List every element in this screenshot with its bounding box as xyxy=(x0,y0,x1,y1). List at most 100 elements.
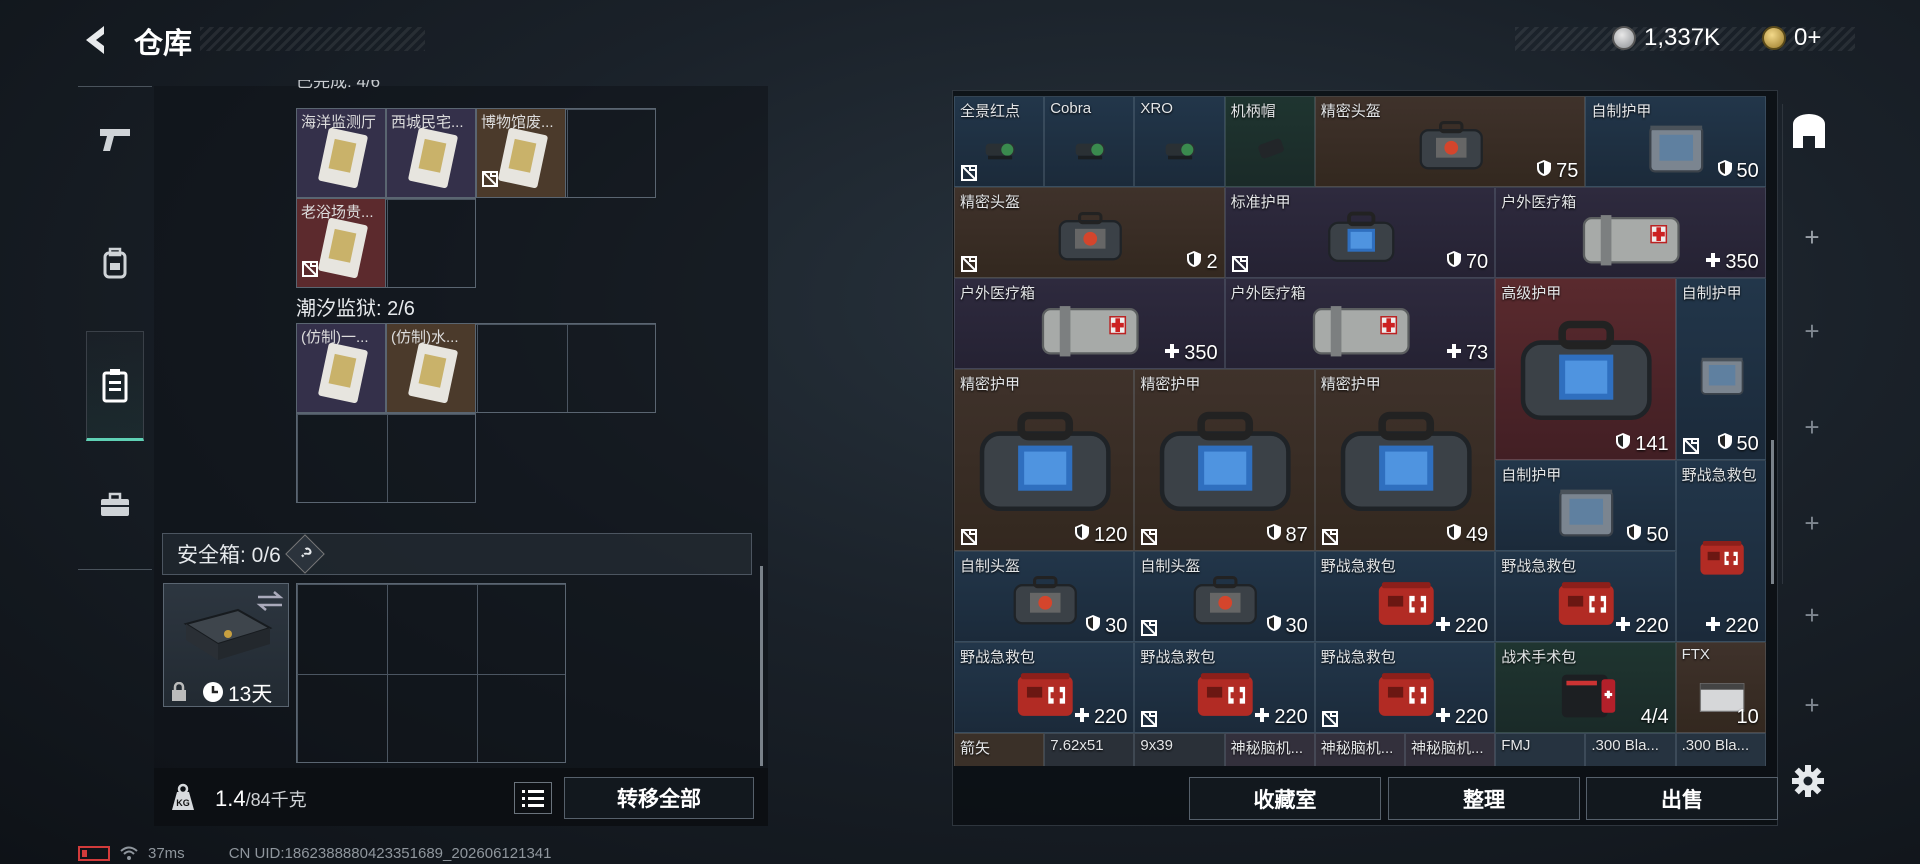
item-value-text: 350 xyxy=(1725,251,1759,273)
item-name: 精密护甲 xyxy=(1320,376,1381,393)
safebox-help-button[interactable]: ? xyxy=(285,534,325,574)
settings-button[interactable] xyxy=(1791,764,1825,798)
sell-button[interactable]: 出售 xyxy=(1586,777,1778,820)
item-name: 户外医疗箱 xyxy=(1501,194,1577,211)
item-value: 2 xyxy=(1186,250,1218,274)
item-value-text: 10 xyxy=(1736,706,1759,728)
medkit-case-icon xyxy=(1022,300,1159,361)
inventory-item-partial[interactable]: .300 Bla... xyxy=(1675,733,1766,766)
safebox-case-icon xyxy=(183,608,273,660)
item-name: 高级护甲 xyxy=(1501,285,1562,302)
item-value: 50 xyxy=(1717,159,1759,183)
tab-storage[interactable] xyxy=(86,331,144,441)
inventory-item[interactable]: 野战急救包 220 xyxy=(1314,642,1496,733)
storage-item[interactable]: (仿制)水... xyxy=(386,323,476,413)
inventory-item[interactable]: Cobra xyxy=(1044,96,1135,187)
tab-backpack[interactable] xyxy=(78,233,152,293)
inventory-item[interactable]: 户外医疗箱 350 xyxy=(954,278,1225,369)
storage-item[interactable]: 西城民宅... xyxy=(386,108,476,198)
sidebar-add-slot-2[interactable]: + xyxy=(1800,316,1824,347)
inventory-item[interactable]: 精密护甲 49 xyxy=(1314,369,1496,551)
inventory-item[interactable]: 户外医疗箱 350 xyxy=(1495,187,1766,278)
collection-button[interactable]: 收藏室 xyxy=(1189,777,1381,820)
inventory-item[interactable]: 自制头盔 30 xyxy=(1134,551,1315,642)
safebox-grid xyxy=(296,583,566,763)
item-name: 野战急救包 xyxy=(1681,467,1757,484)
inventory-item[interactable]: 户外医疗箱 73 xyxy=(1224,278,1496,369)
inventory-item[interactable]: 机柄帽 xyxy=(1224,96,1315,187)
inventory-item[interactable]: FTX 10 xyxy=(1675,642,1766,733)
item-name: 箭矢 xyxy=(960,740,991,757)
inventory-item[interactable]: 自制护甲 50 xyxy=(1675,278,1766,460)
unlock-disabled-icon xyxy=(301,260,319,283)
inventory-item[interactable]: 野战急救包 220 xyxy=(1314,551,1496,642)
inventory-item[interactable]: 野战急救包 220 xyxy=(1675,460,1766,642)
inventory-item[interactable]: 精密护甲 120 xyxy=(954,369,1135,551)
inventory-item[interactable]: 野战急救包 220 xyxy=(954,642,1135,733)
inventory-item[interactable]: 精密头盔 75 xyxy=(1314,96,1586,187)
inventory-item[interactable]: 自制护甲 50 xyxy=(1585,96,1766,187)
sidebar-add-slot-4[interactable]: + xyxy=(1800,508,1824,539)
organize-button[interactable]: 整理 xyxy=(1388,777,1580,820)
inventory-item-partial[interactable]: FMJ xyxy=(1495,733,1586,766)
currency-coin: 1,337K xyxy=(1612,24,1720,52)
item-value-text: 141 xyxy=(1635,432,1669,455)
inventory-item-partial[interactable]: 箭矢 xyxy=(954,733,1045,766)
unlock-disabled-icon xyxy=(1682,437,1700,455)
item-value-text: 50 xyxy=(1736,159,1759,182)
inventory-item-partial[interactable]: 9x39 xyxy=(1134,733,1225,766)
item-name: 野战急救包 xyxy=(1320,558,1396,575)
transfer-all-button[interactable]: 转移全部 xyxy=(564,777,754,819)
inventory-item[interactable]: 精密护甲 87 xyxy=(1134,369,1315,551)
storage-item[interactable]: (仿制)一... xyxy=(296,323,386,413)
sidebar-add-slot-6[interactable]: + xyxy=(1800,690,1824,721)
ping-value: 37ms xyxy=(148,844,185,862)
gear-icon xyxy=(1792,765,1824,797)
item-value: 220 xyxy=(1074,706,1127,729)
item-value-text: 50 xyxy=(1736,432,1759,455)
tab-weapons[interactable] xyxy=(78,109,152,169)
medkit-case-icon xyxy=(1563,209,1700,270)
item-name: FTX xyxy=(1681,646,1710,663)
scope-icon xyxy=(1060,118,1120,179)
inventory-item[interactable]: 战术手术包 4/4 xyxy=(1495,642,1676,733)
item-name: 西城民宅... xyxy=(391,114,464,131)
safebox-time: 13天 xyxy=(228,683,273,706)
item-value-text: 220 xyxy=(1454,615,1489,637)
left-panel-scrollbar[interactable] xyxy=(760,566,763,766)
list-view-button[interactable] xyxy=(514,782,552,814)
inventory-item[interactable]: 精密头盔 2 xyxy=(954,187,1225,278)
inventory-item[interactable]: XRO xyxy=(1134,96,1225,187)
sidebar-add-slot-5[interactable]: + xyxy=(1800,600,1824,631)
inventory-item[interactable]: 自制护甲 50 xyxy=(1495,460,1676,551)
uid-text: CN UID:1862388880423351689_202606121341 xyxy=(228,844,552,862)
inventory-item-partial[interactable]: 神秘脑机... xyxy=(1224,733,1315,766)
sidebar-add-slot-1[interactable]: + xyxy=(1800,222,1824,253)
inventory-item[interactable]: 野战急救包 220 xyxy=(1134,642,1315,733)
sidebar-add-slot-3[interactable]: + xyxy=(1800,412,1824,443)
inventory-item[interactable]: 自制头盔 30 xyxy=(954,551,1135,642)
storage-item[interactable]: 海洋监测厅 xyxy=(296,108,386,198)
scope-icon xyxy=(970,118,1030,179)
inventory-item[interactable]: 野战急救包 220 xyxy=(1495,551,1676,642)
storage-item[interactable]: 老浴场贵... xyxy=(296,198,386,288)
inventory-item[interactable]: 高级护甲 141 xyxy=(1495,278,1676,460)
back-button[interactable] xyxy=(78,22,114,58)
unlock-disabled-icon xyxy=(1140,528,1158,546)
inventory-scrollbar[interactable] xyxy=(1771,440,1774,584)
svg-text:KG: KG xyxy=(176,798,190,808)
tab-toolbox[interactable] xyxy=(78,475,152,535)
safebox-container[interactable]: 13天 xyxy=(163,583,289,707)
unlock-disabled-icon xyxy=(1140,710,1158,728)
inventory-item[interactable]: 全景红点 xyxy=(954,96,1045,187)
storage-item[interactable]: 博物馆废... xyxy=(476,108,566,198)
inventory-item-partial[interactable]: 7.62x51 xyxy=(1044,733,1135,766)
item-value: 10 xyxy=(1737,706,1759,729)
inventory-item-partial[interactable]: 神秘脑机... xyxy=(1405,733,1496,766)
item-name: .300 Bla... xyxy=(1591,737,1659,754)
inventory-item[interactable]: 标准护甲 70 xyxy=(1224,187,1496,278)
inventory-item-partial[interactable]: 神秘脑机... xyxy=(1314,733,1405,766)
heal-plus-icon xyxy=(1615,615,1631,638)
sidebar-home-button[interactable] xyxy=(1789,112,1829,152)
inventory-item-partial[interactable]: .300 Bla... xyxy=(1585,733,1676,766)
